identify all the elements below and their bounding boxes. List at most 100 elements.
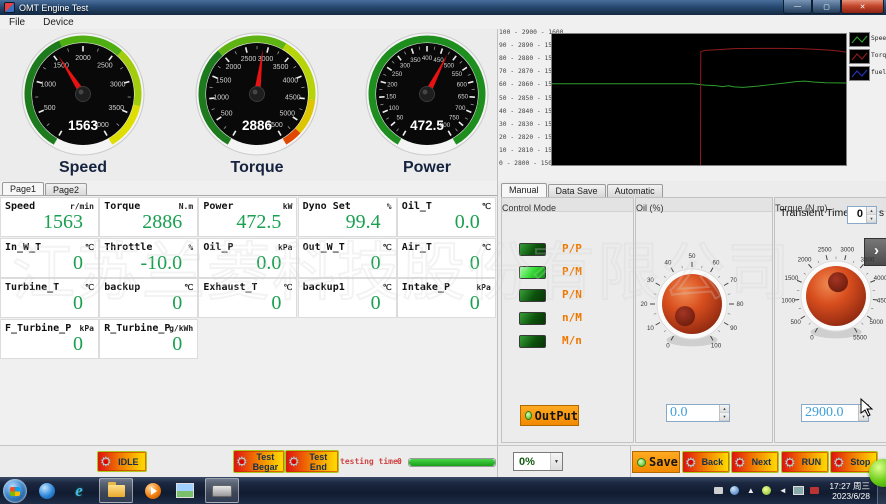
y-axis-label: 0 - 2800 - 1500	[499, 160, 549, 167]
taskbar-media-player-icon[interactable]	[141, 479, 165, 502]
run-button[interactable]: ⚙ RUN	[781, 451, 829, 473]
table-cell-out_w_t: Out_W_T℃0	[299, 239, 396, 277]
torque-knob[interactable]: 0500100015002000250030003500400045005000…	[775, 242, 886, 392]
test-end-button[interactable]: ⚙ Test End	[285, 450, 339, 473]
legend-item-torque[interactable]: Torque	[849, 48, 886, 65]
spin-up-icon[interactable]: ▲	[720, 405, 729, 413]
cell-name: Power	[203, 201, 233, 212]
testing-time-value: 0	[397, 457, 402, 466]
save-button[interactable]: Save	[632, 451, 680, 473]
cell-unit: r/min	[70, 202, 94, 211]
oil-knob[interactable]: 0102030405060708090100	[636, 220, 772, 380]
tray-device-icon[interactable]	[713, 485, 724, 496]
speed-percent-combobox[interactable]: 0% ▼	[513, 452, 563, 471]
app-window: OMT Engine Test — ▢ ✕ File Device 500 100…	[0, 0, 886, 504]
close-button[interactable]: ✕	[841, 0, 884, 14]
spin-down-icon[interactable]: ▼	[867, 215, 876, 223]
cell-value: 0	[73, 292, 83, 315]
cell-unit: ℃	[283, 283, 292, 292]
cell-unit: kW	[283, 202, 293, 211]
title-bar: OMT Engine Test — ▢ ✕	[0, 0, 886, 15]
cell-value: 0.0	[256, 252, 281, 275]
tab-data-save[interactable]: Data Save	[548, 184, 606, 197]
tray-network-icon[interactable]	[729, 485, 740, 496]
taskbar-photo-viewer-icon[interactable]	[173, 479, 197, 502]
mode-led-p-p[interactable]	[519, 243, 546, 256]
mode-led-m-n[interactable]	[519, 335, 546, 348]
data-table-panel: Page1 Page2 Speedr/min1563TorqueN.m2886P…	[0, 181, 497, 445]
taskbar-clock[interactable]: 17:27 周三 2023/6/28	[829, 481, 870, 501]
tray-volume-icon[interactable]: ◄	[777, 485, 788, 496]
transient-time-spinner[interactable]: 0 ▲▼	[847, 206, 877, 224]
svg-text:500: 500	[44, 105, 56, 112]
menu-device[interactable]: Device	[34, 17, 83, 28]
dropdown-arrow-icon[interactable]: ▼	[550, 453, 562, 470]
spin-down-icon[interactable]: ▼	[720, 413, 729, 421]
speed-percent-value: 0%	[514, 456, 550, 468]
svg-text:0: 0	[810, 335, 814, 342]
tray-show-hidden-icons-arrow[interactable]: ▲	[745, 485, 756, 496]
svg-text:350: 350	[410, 57, 421, 64]
windows-logo-icon	[10, 487, 20, 496]
cell-name: Exhaust_T	[203, 282, 257, 293]
taskbar-engine-app-button[interactable]	[205, 478, 239, 503]
idle-button[interactable]: ⚙ IDLE	[97, 451, 147, 472]
window-title: OMT Engine Test	[19, 3, 88, 13]
tab-automatic[interactable]: Automatic	[607, 184, 663, 197]
measurement-grid: Speedr/min1563TorqueN.m2886PowerkW472.5D…	[0, 195, 497, 445]
tray-update-icon[interactable]	[809, 485, 820, 496]
oil-value-spinner[interactable]: 0.0 ▲▼	[666, 404, 730, 422]
mode-led-n-m[interactable]	[519, 312, 546, 325]
svg-text:2000: 2000	[75, 55, 91, 62]
tab-page1[interactable]: Page1	[2, 182, 44, 196]
svg-text:4000: 4000	[283, 78, 299, 85]
next-button[interactable]: ⚙ Next	[731, 451, 779, 473]
cell-unit: g/kWh	[169, 324, 193, 333]
table-cell-throttle: Throttle%-10.0	[100, 239, 197, 277]
svg-text:5500: 5500	[853, 335, 867, 342]
oil-value[interactable]: 0.0	[667, 405, 719, 421]
svg-text:2886: 2886	[242, 118, 273, 133]
cell-unit: ℃	[383, 243, 392, 252]
cell-value: 0	[73, 252, 83, 275]
minimize-button[interactable]: —	[783, 0, 812, 14]
transient-time-value[interactable]: 0	[848, 207, 866, 223]
spin-up-icon[interactable]: ▲	[867, 207, 876, 215]
taskbar-explorer-button[interactable]	[99, 478, 133, 503]
legend-item-fuel[interactable]: fuel	[849, 65, 886, 82]
mode-label-n-m: n/M	[562, 311, 582, 324]
torque-value-spinner[interactable]: 2900.0 ▲▼	[801, 404, 869, 422]
start-button[interactable]	[3, 479, 27, 503]
svg-text:400: 400	[422, 55, 433, 62]
tray-display-icon[interactable]	[793, 485, 804, 496]
torque-value[interactable]: 2900.0	[802, 405, 858, 421]
svg-text:100: 100	[389, 105, 400, 112]
cell-name: Dyno Set	[303, 201, 351, 212]
output-button[interactable]: OutPut	[520, 405, 579, 426]
svg-text:1500: 1500	[216, 78, 232, 85]
taskbar-browser-icon[interactable]	[35, 479, 59, 502]
testing-time-label: testing time:	[340, 457, 403, 466]
cell-value: 472.5	[236, 211, 281, 234]
menu-file[interactable]: File	[0, 17, 34, 28]
cell-unit: ℃	[383, 283, 392, 292]
table-cell-in_w_t: In_W_T℃0	[1, 239, 98, 277]
test-begin-button[interactable]: ⚙ Test Begar	[233, 450, 285, 473]
mode-led-p-n[interactable]	[519, 289, 546, 302]
cell-unit: ℃	[482, 202, 491, 211]
svg-text:1000: 1000	[781, 298, 795, 305]
svg-text:4500: 4500	[285, 94, 301, 101]
svg-text:4000: 4000	[874, 275, 886, 282]
tab-manual[interactable]: Manual	[501, 183, 547, 197]
mode-led-p-m[interactable]	[519, 266, 546, 279]
legend-item-speed[interactable]: Speed	[849, 31, 886, 48]
svg-text:3000: 3000	[110, 82, 126, 89]
cell-unit: N.m	[179, 202, 193, 211]
table-cell-oil_t: Oil_T℃0.0	[398, 198, 495, 236]
back-button[interactable]: ⚙ Back	[682, 451, 730, 473]
table-cell-dyno set: Dyno Set%99.4	[299, 198, 396, 236]
taskbar: e ▲ ◄ 17:27 周三 2023/6/28	[0, 477, 886, 504]
maximize-button[interactable]: ▢	[812, 0, 841, 14]
tray-antivirus-icon[interactable]	[761, 485, 772, 496]
taskbar-internet-explorer-icon[interactable]: e	[67, 479, 91, 502]
